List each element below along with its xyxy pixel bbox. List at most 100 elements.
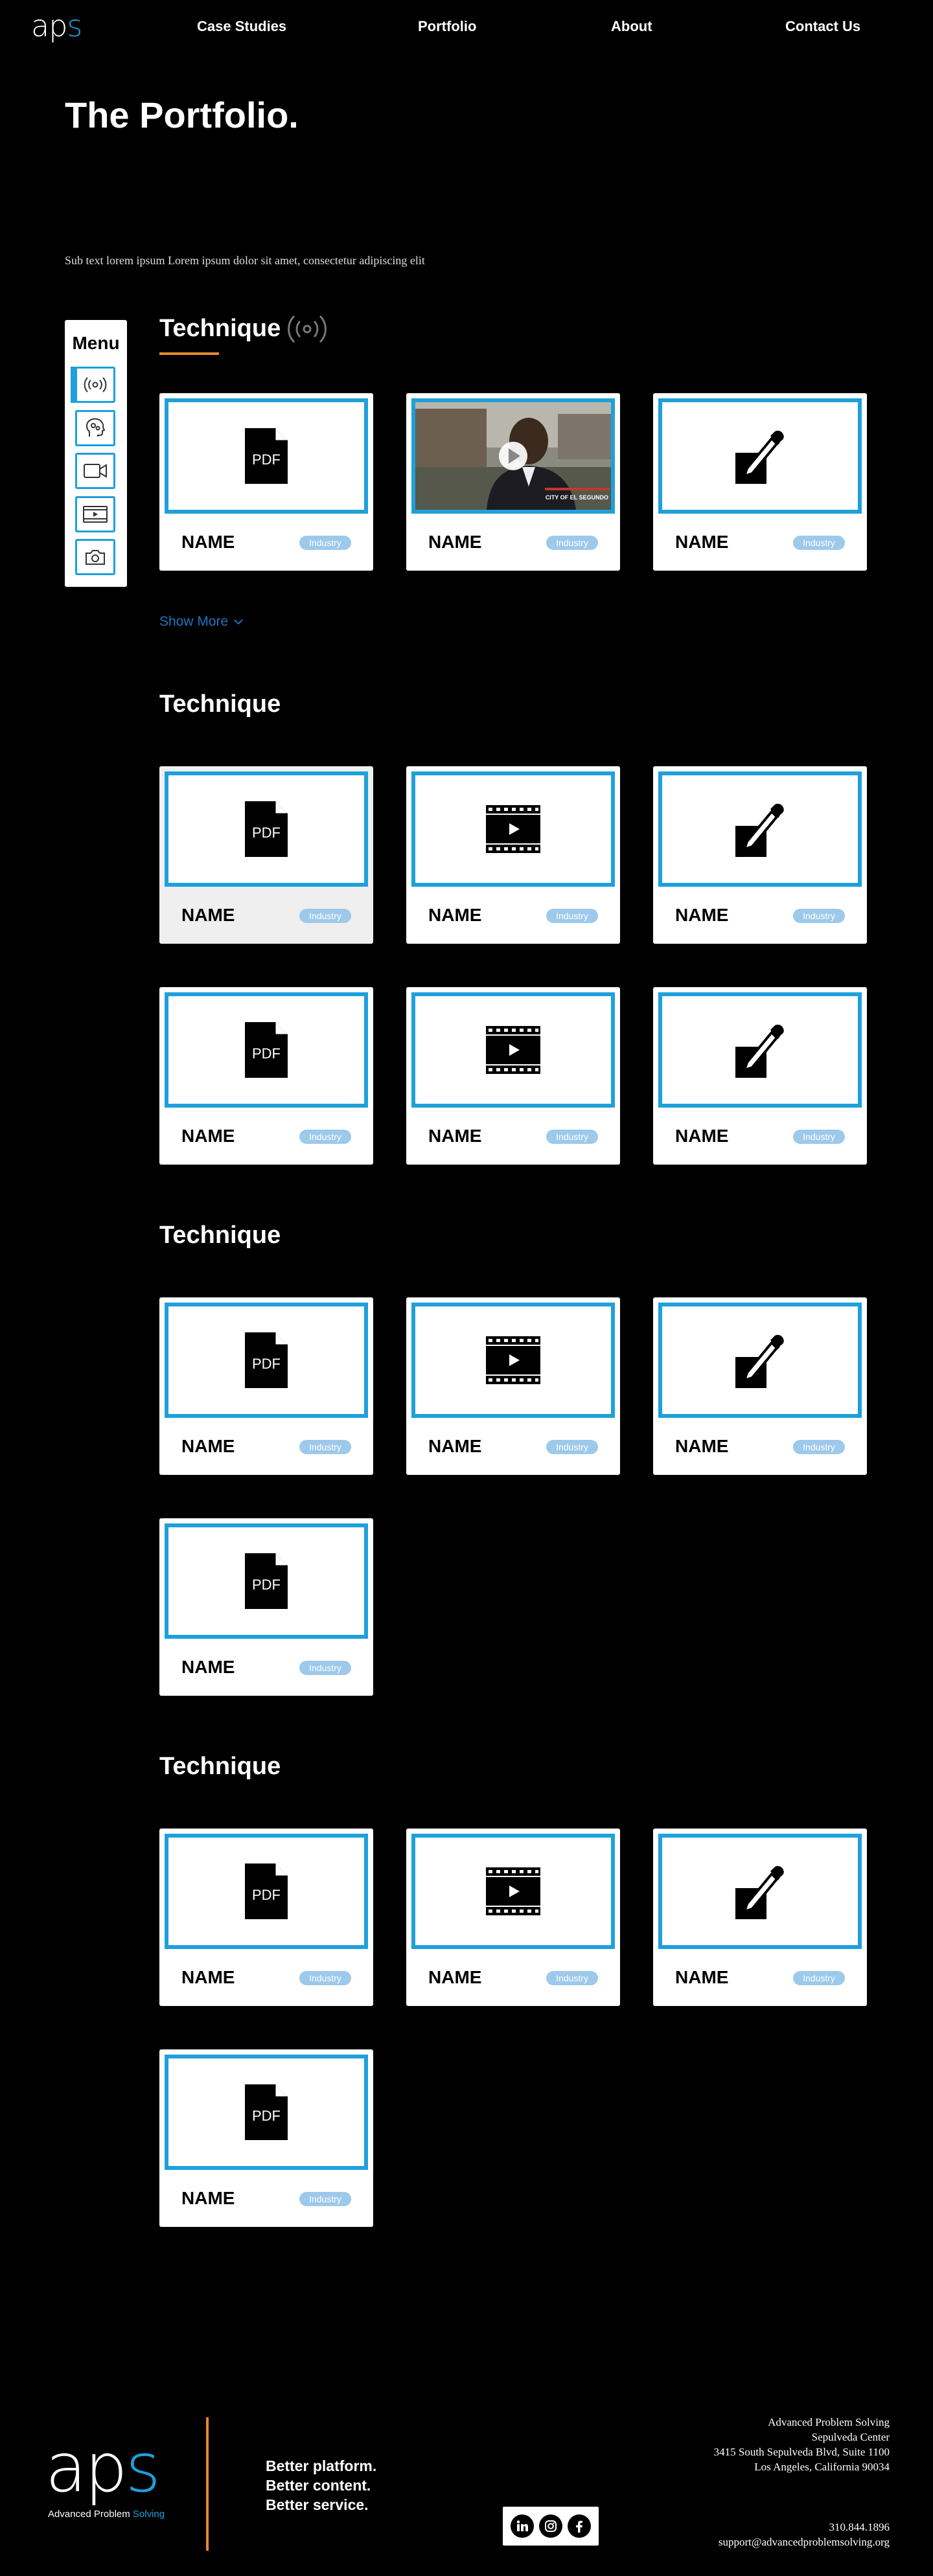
address-line: 3415 South Sepulveda Blvd, Suite 1100 [713, 2446, 890, 2458]
video-film-icon [486, 1026, 540, 1074]
linkedin-icon[interactable] [511, 2514, 534, 2538]
logo-letter-p: p [49, 8, 67, 43]
video-camera-icon [84, 464, 107, 478]
industry-tag[interactable]: Industry [793, 1440, 845, 1454]
logo-letter-s: s [125, 2428, 161, 2507]
industry-tag[interactable]: Industry [546, 536, 598, 550]
portfolio-card[interactable]: PDF NAME Industry [159, 1518, 373, 1696]
menu-item-photo[interactable] [75, 539, 115, 575]
industry-tag[interactable]: Industry [546, 1971, 598, 1985]
pdf-file-icon: PDF [245, 428, 288, 484]
section-title: Technique [159, 690, 281, 718]
card-thumbnail [411, 1303, 615, 1418]
portfolio-card[interactable]: NAME Industry [406, 766, 620, 944]
card-thumbnail: PDF [165, 1834, 368, 1949]
nav-link-case-studies[interactable]: Case Studies [197, 18, 286, 35]
industry-tag[interactable]: Industry [793, 909, 845, 923]
industry-tag[interactable]: Industry [546, 1440, 598, 1454]
card-name: NAME [675, 532, 729, 552]
menu-item-player[interactable] [75, 496, 115, 532]
nav-link-portfolio[interactable]: Portfolio [418, 18, 476, 35]
section-title: Technique [159, 315, 281, 342]
portfolio-card[interactable]: PDF NAME Industry [159, 393, 373, 571]
industry-tag[interactable]: Industry [793, 1130, 845, 1144]
menu-item-video[interactable] [75, 453, 115, 489]
industry-tag[interactable]: Industry [546, 909, 598, 923]
card-thumbnail [411, 992, 615, 1108]
video-film-icon [486, 1867, 540, 1915]
card-name: NAME [428, 1436, 482, 1456]
portfolio-card[interactable]: PDF NAME Industry [159, 1829, 373, 2006]
top-navigation: aps Case Studies Portfolio About Contact… [0, 0, 933, 52]
card-name: NAME [675, 905, 729, 925]
portfolio-card[interactable]: PDF NAME Industry [159, 2049, 373, 2227]
section-title: Technique [159, 1753, 281, 1780]
slogan-line: Better content. [266, 2477, 371, 2494]
camera-icon [86, 550, 105, 565]
video-player-icon [83, 506, 108, 523]
portfolio-card[interactable]: CITY OF EL SEGUNDO NAME Industry [406, 393, 620, 571]
address-line: Los Angeles, California 90034 [754, 2461, 890, 2473]
chevron-down-icon [234, 619, 243, 625]
card-thumbnail: PDF [165, 771, 368, 887]
email-link[interactable]: support@advancedproblemsolving.org [719, 2535, 890, 2549]
pen-edit-icon [735, 803, 784, 857]
show-more-button[interactable]: Show More [159, 614, 244, 630]
portfolio-card[interactable]: PDF NAME Industry [159, 987, 373, 1165]
pdf-file-icon: PDF [245, 1553, 288, 1609]
menu-title: Menu [72, 333, 120, 353]
card-thumbnail [658, 992, 862, 1108]
pen-edit-icon [735, 1865, 784, 1919]
footer-slogan: Better platform. Better content. Better … [266, 2456, 376, 2514]
card-name: NAME [675, 1126, 729, 1146]
phone-number[interactable]: 310.844.1896 [719, 2520, 890, 2535]
facebook-icon[interactable] [568, 2514, 591, 2538]
pen-edit-icon [735, 1334, 784, 1388]
portfolio-card[interactable]: NAME Industry [653, 1829, 867, 2006]
portfolio-card[interactable]: NAME Industry [406, 1297, 620, 1475]
logo-letter-a: a [45, 2428, 87, 2507]
pdf-file-icon: PDF [245, 2084, 288, 2140]
card-thumbnail: PDF [165, 398, 368, 514]
card-name: NAME [428, 532, 482, 552]
industry-tag[interactable]: Industry [299, 1661, 351, 1675]
portfolio-card[interactable]: PDF NAME Industry [159, 766, 373, 944]
aps-logo[interactable]: aps [31, 6, 82, 45]
card-thumbnail [411, 1834, 615, 1949]
industry-tag[interactable]: Industry [546, 1130, 598, 1144]
card-name: NAME [181, 1967, 235, 1987]
card-thumbnail [658, 1834, 862, 1949]
menu-item-broadcast[interactable] [71, 367, 115, 403]
industry-tag[interactable]: Industry [299, 1971, 351, 1985]
portfolio-card[interactable]: PDF NAME Industry [159, 1297, 373, 1475]
card-thumbnail: PDF [165, 2055, 368, 2170]
card-name: NAME [181, 905, 235, 925]
nav-link-contact-us[interactable]: Contact Us [785, 18, 860, 35]
card-name: NAME [428, 1126, 482, 1146]
portfolio-card[interactable]: NAME Industry [406, 987, 620, 1165]
card-thumbnail: CITY OF EL SEGUNDO [411, 398, 615, 514]
broadcast-icon [84, 377, 107, 393]
logo-letter-s: s [67, 8, 82, 43]
industry-tag[interactable]: Industry [793, 1971, 845, 1985]
card-name: NAME [428, 1967, 482, 1987]
menu-item-creative[interactable] [75, 410, 115, 446]
footer-tagline: Advanced Problem Solving [48, 2509, 165, 2520]
industry-tag[interactable]: Industry [299, 909, 351, 923]
industry-tag[interactable]: Industry [299, 1130, 351, 1144]
footer-aps-logo[interactable]: aps [45, 2432, 161, 2503]
industry-tag[interactable]: Industry [299, 1440, 351, 1454]
portfolio-card[interactable]: NAME Industry [653, 1297, 867, 1475]
portfolio-card[interactable]: NAME Industry [406, 1829, 620, 2006]
portfolio-card[interactable]: NAME Industry [653, 987, 867, 1165]
instagram-icon[interactable] [539, 2514, 562, 2538]
industry-tag[interactable]: Industry [299, 2192, 351, 2206]
industry-tag[interactable]: Industry [793, 536, 845, 550]
industry-tag[interactable]: Industry [299, 536, 351, 550]
portfolio-card[interactable]: NAME Industry [653, 393, 867, 571]
footer-address: Advanced Problem Solving Sepulveda Cente… [714, 2415, 890, 2474]
tagline-part-1: Advanced Problem [48, 2509, 133, 2520]
portfolio-card[interactable]: NAME Industry [653, 766, 867, 944]
nav-link-about[interactable]: About [611, 18, 652, 35]
tagline-part-2: Solving [132, 2509, 165, 2520]
